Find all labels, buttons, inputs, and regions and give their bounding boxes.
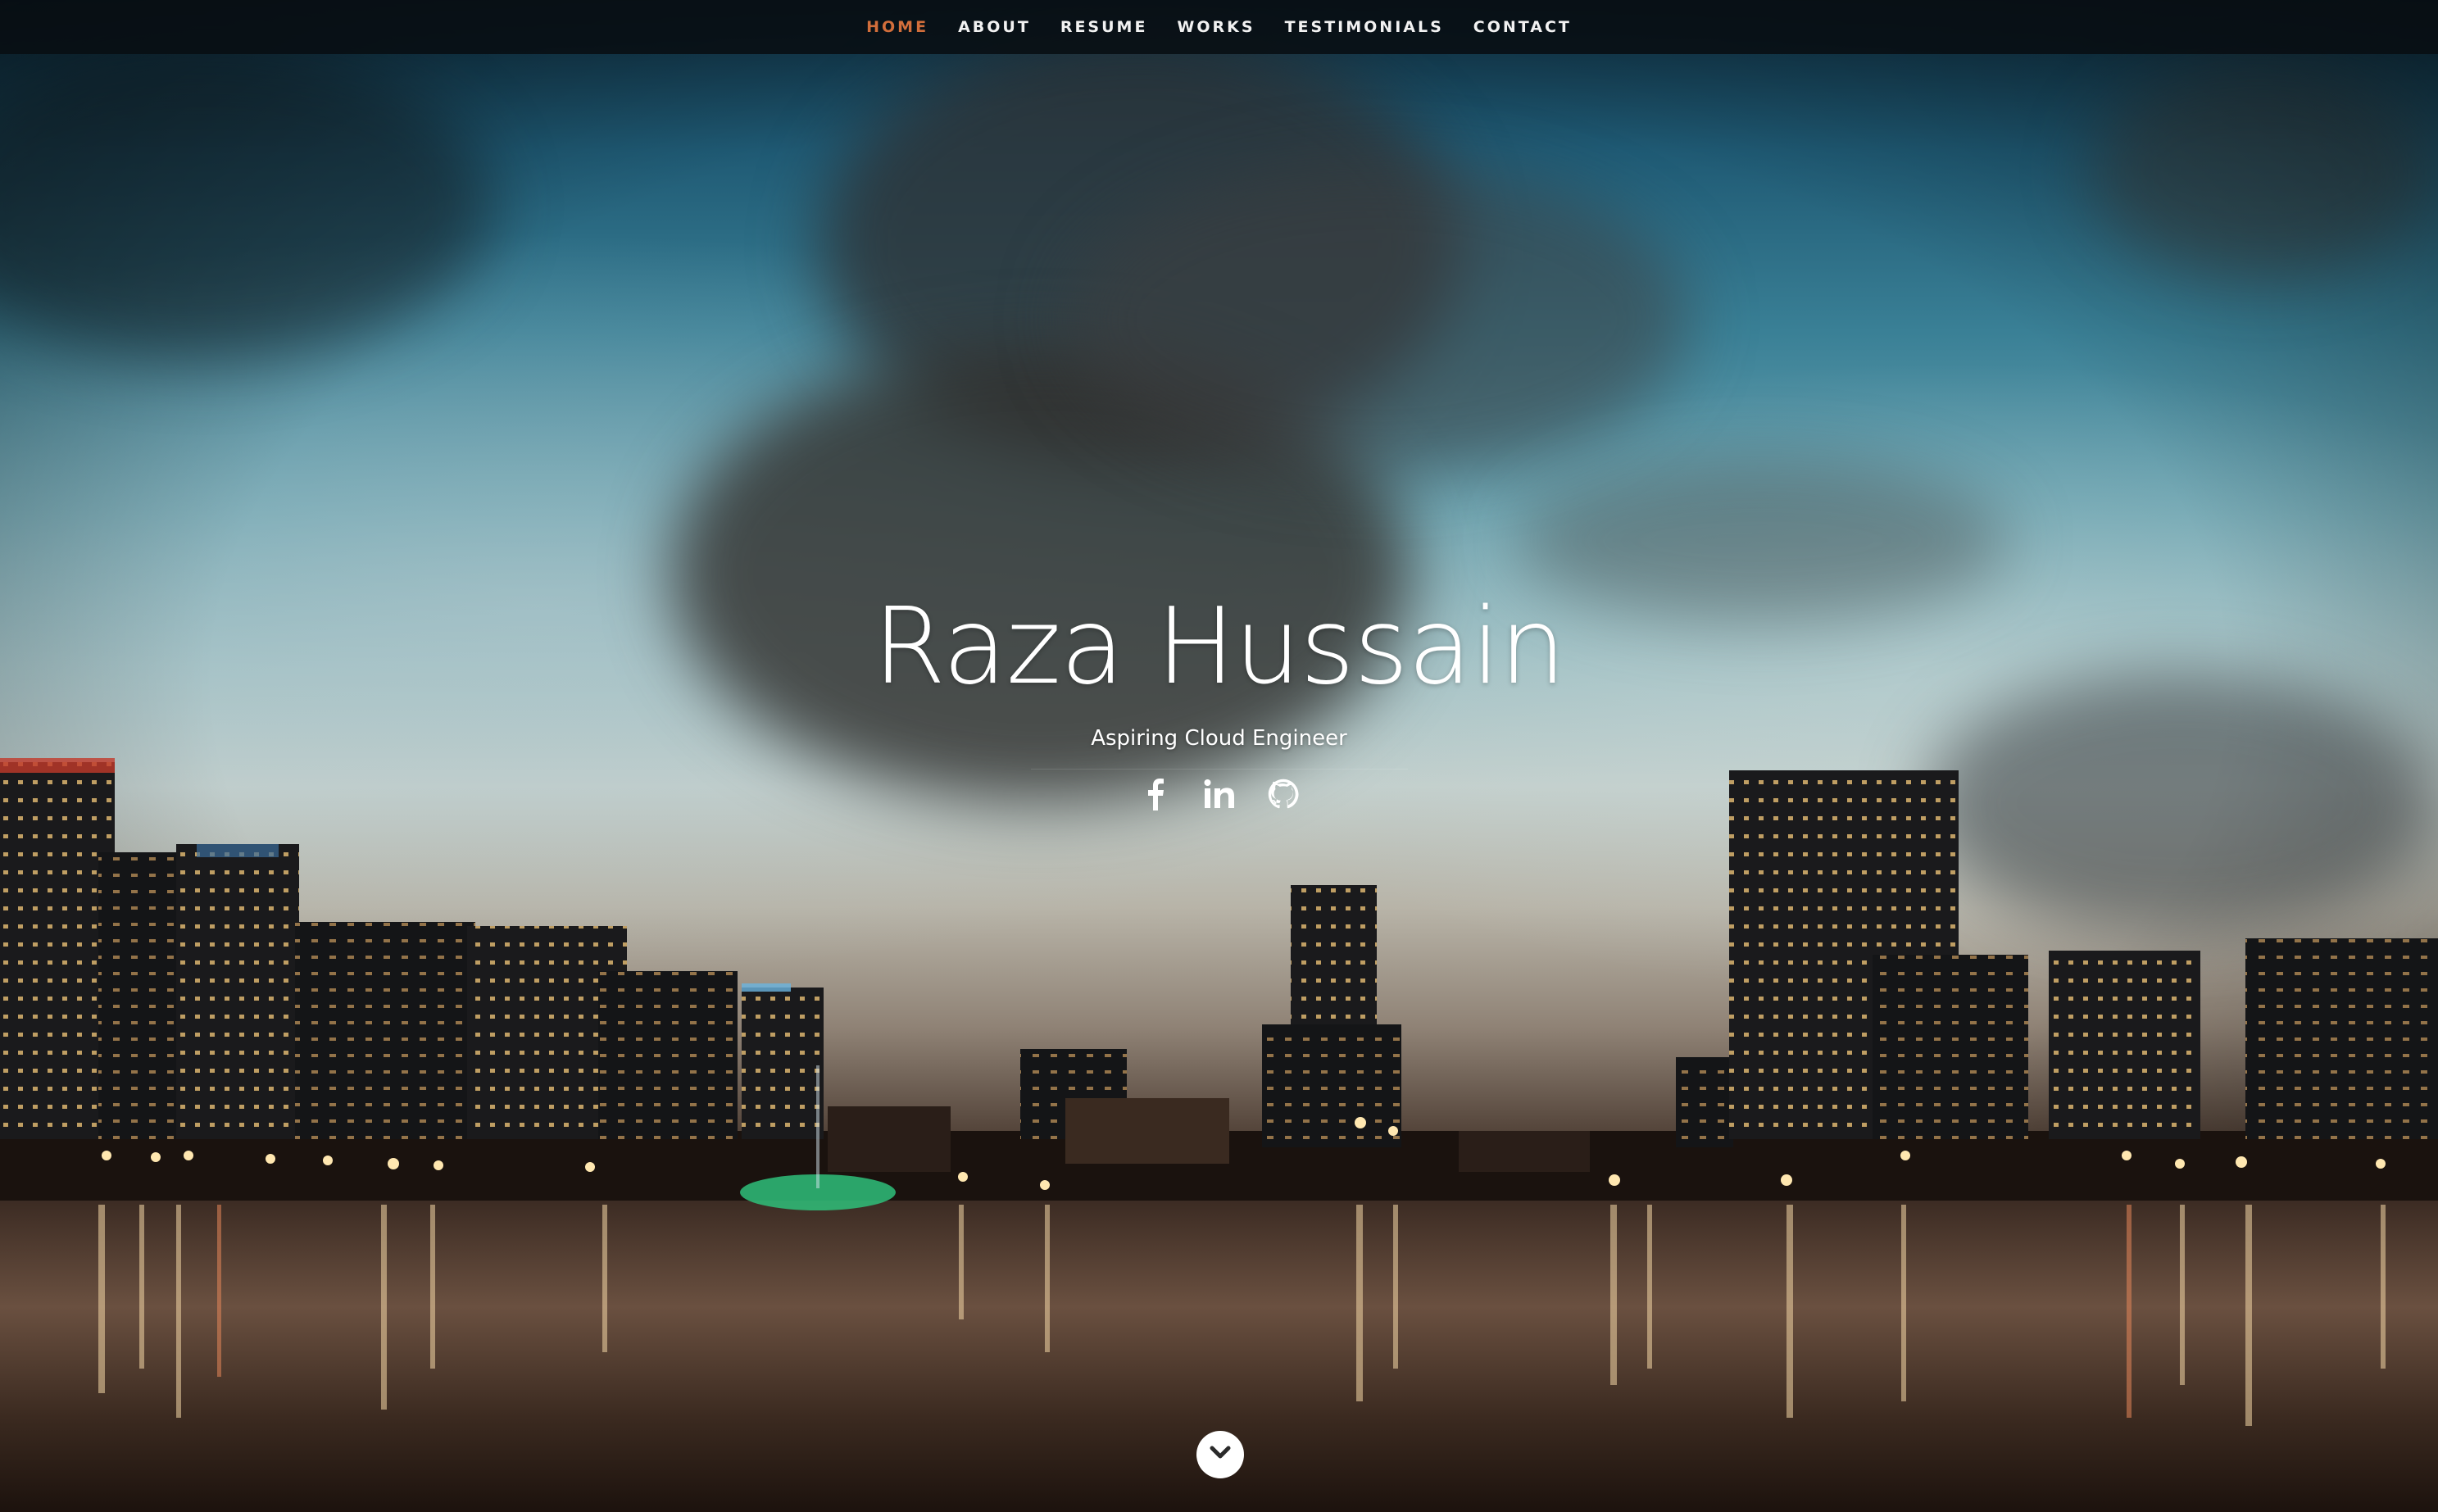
chevron-down-icon [1210, 1446, 1231, 1464]
hero-section: HOME ABOUT RESUME WORKS TESTIMONIALS CON… [0, 0, 2438, 1512]
nav-home[interactable]: HOME [866, 18, 928, 36]
facebook-icon [1146, 778, 1165, 815]
linkedin-link[interactable] [1201, 778, 1237, 814]
github-icon [1268, 779, 1299, 814]
facebook-link[interactable] [1137, 778, 1174, 814]
github-link[interactable] [1265, 778, 1301, 814]
nav-works[interactable]: WORKS [1177, 18, 1255, 36]
nav-contact[interactable]: CONTACT [1473, 18, 1572, 36]
banner: Raza Hussain Aspiring Cloud Engineer [0, 586, 2438, 814]
banner-divider [1030, 769, 1408, 770]
social-links [0, 778, 2438, 814]
nav-about[interactable]: ABOUT [958, 18, 1031, 36]
nav-resume[interactable]: RESUME [1060, 18, 1148, 36]
nav-testimonials[interactable]: TESTIMONIALS [1285, 18, 1444, 36]
linkedin-icon [1203, 779, 1236, 814]
banner-subtitle: Aspiring Cloud Engineer [1091, 726, 1347, 751]
scroll-down-button[interactable] [1196, 1431, 1244, 1478]
banner-name: Raza Hussain [873, 586, 1566, 708]
top-navigation: HOME ABOUT RESUME WORKS TESTIMONIALS CON… [0, 0, 2438, 54]
